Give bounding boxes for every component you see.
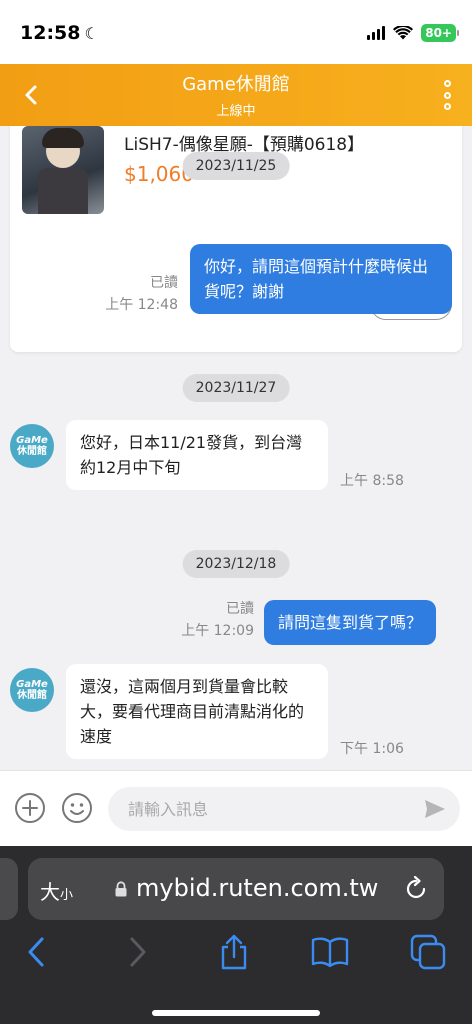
plus-circle-icon[interactable]: [14, 792, 46, 824]
url-text: mybid.ruten.com.tw: [136, 874, 379, 902]
message-meta: 已讀 上午 12:09: [181, 598, 254, 642]
share-button[interactable]: [214, 932, 254, 972]
status-time: 12:58 ☾: [20, 22, 99, 44]
read-status: 已讀: [226, 601, 254, 617]
previous-tab-preview[interactable]: [0, 858, 18, 920]
date-separator: 2023/11/25: [182, 152, 290, 180]
wifi-icon: [393, 26, 414, 40]
message-input[interactable]: [108, 787, 460, 831]
message-time: 上午 12:48: [105, 297, 178, 313]
address-bar[interactable]: 大小 mybid.ruten.com.tw: [28, 858, 444, 920]
online-status: 上線中: [216, 104, 256, 119]
reload-icon[interactable]: [402, 875, 430, 903]
message-composer: [0, 770, 472, 846]
status-bar: 12:58 ☾ 80+: [0, 0, 472, 64]
shop-avatar[interactable]: GaMe 休閒館: [10, 668, 54, 712]
shop-name: Game休閒館: [182, 74, 290, 95]
chevron-right-icon: [130, 937, 146, 967]
more-options-button[interactable]: [440, 78, 454, 112]
outgoing-message-bubble[interactable]: 請問這隻到貨了嗎？: [264, 600, 437, 645]
shop-avatar[interactable]: GaMe 休閒館: [10, 424, 54, 468]
browser-back-button[interactable]: [16, 932, 56, 972]
chevron-left-icon: [28, 937, 44, 967]
message-time: 下午 1:06: [340, 741, 404, 757]
dot-icon: [443, 103, 451, 110]
browser-forward-button[interactable]: [118, 932, 158, 972]
battery-indicator: 80+: [421, 24, 459, 42]
bookmarks-button[interactable]: [310, 932, 350, 972]
home-indicator: [152, 1010, 320, 1016]
chat-header: Game休閒館 上線中: [0, 64, 472, 126]
dot-icon: [443, 80, 451, 87]
tabs-icon: [410, 934, 446, 970]
message-time: 上午 8:58: [340, 473, 404, 489]
message-meta: 已讀 上午 12:48: [105, 272, 178, 316]
tabs-button[interactable]: [408, 932, 448, 972]
book-icon: [311, 937, 349, 968]
outgoing-message-bubble[interactable]: 你好，請問這個預計什麼時候出貨呢？謝謝: [190, 244, 452, 314]
date-separator: 2023/12/18: [182, 550, 290, 578]
moon-icon: ☾: [84, 24, 99, 43]
text-size-button[interactable]: 大小: [40, 876, 73, 905]
smiley-icon[interactable]: [61, 792, 93, 824]
read-status: 已讀: [150, 275, 178, 291]
incoming-message-bubble[interactable]: 還沒，這兩個月到貨量會比較大，要看代理商目前清點消化的速度: [66, 664, 328, 759]
dot-icon: [443, 91, 451, 99]
chat-messages[interactable]: LiSH7-偶像星願-【預購0618】 $1,060 查看明細 2023/11/…: [0, 126, 472, 770]
incoming-message-bubble[interactable]: 您好，日本11/21發貨，到台灣約12月中下旬: [66, 420, 328, 490]
cellular-signal-icon: [367, 26, 386, 40]
message-time: 上午 12:09: [181, 623, 254, 639]
browser-toolbar: 大小 mybid.ruten.com.tw: [0, 846, 472, 1024]
send-icon[interactable]: [424, 799, 446, 819]
product-image: [22, 126, 104, 214]
share-icon: [221, 934, 247, 970]
date-separator: 2023/11/27: [182, 374, 290, 402]
lock-icon: [115, 881, 127, 897]
